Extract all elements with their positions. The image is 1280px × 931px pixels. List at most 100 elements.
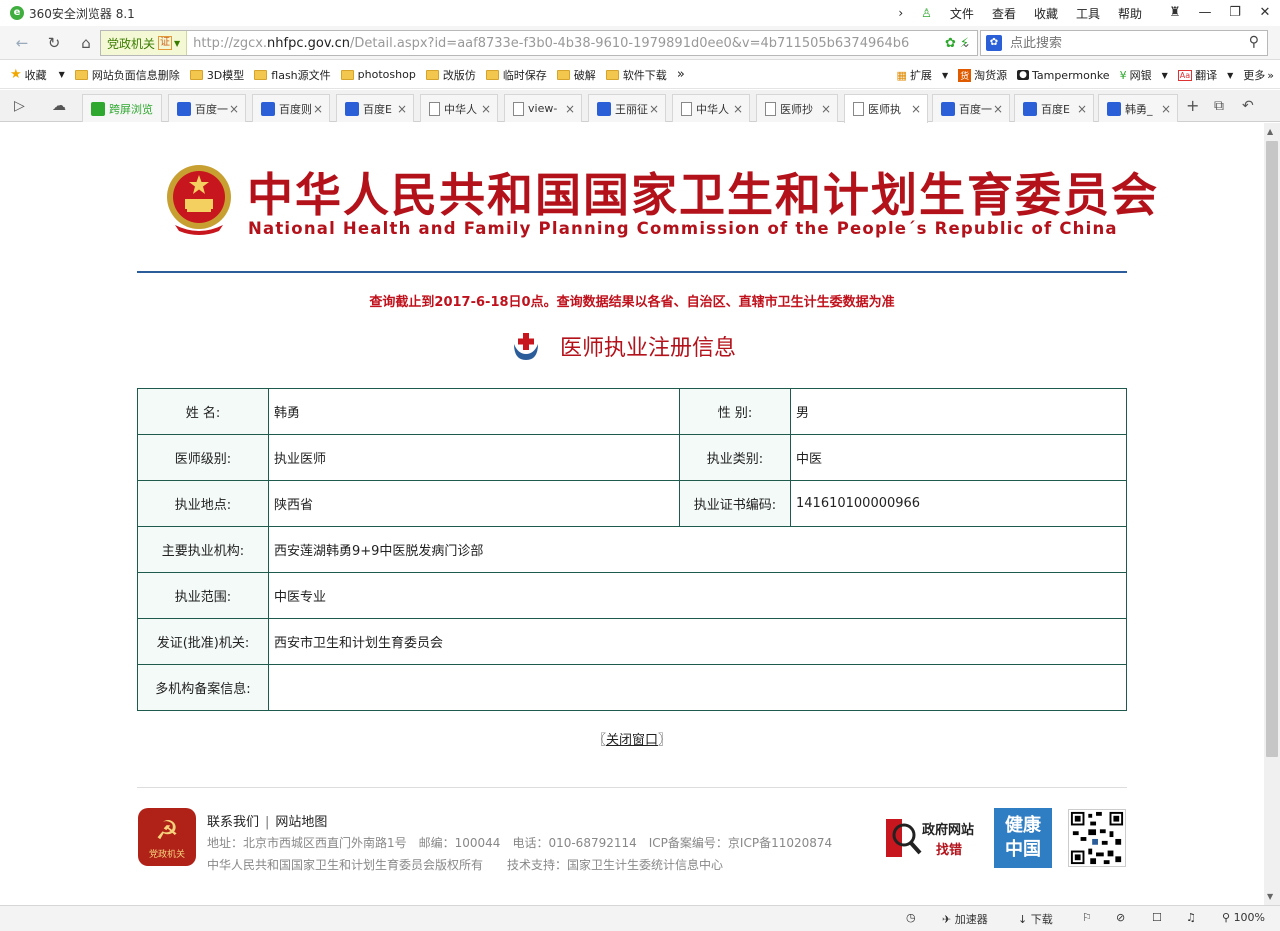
zoom-control[interactable]: ⚲ 100% — [1222, 911, 1265, 924]
search-box[interactable]: ✿ ⚲ — [980, 30, 1268, 56]
close-icon[interactable]: × — [993, 102, 1003, 116]
taohuoyuan-button[interactable]: 货淘货源 — [958, 67, 1007, 83]
close-window-button[interactable]: ✕ — [1250, 3, 1280, 23]
bookmark-folder[interactable]: photoshop — [340, 68, 416, 81]
sidebar-toggle-icon[interactable]: ▷ — [14, 98, 25, 114]
menu-view[interactable]: 查看 — [992, 5, 1016, 22]
home-button[interactable]: ⌂ — [72, 31, 100, 55]
close-icon[interactable]: × — [565, 102, 575, 116]
tampermonkey-button[interactable]: ● Tampermonke — [1017, 69, 1110, 82]
close-icon[interactable]: × — [821, 102, 831, 116]
sound-icon[interactable]: ♫ — [1186, 911, 1196, 924]
party-gov-badge[interactable]: ☭ 党政机关 — [138, 808, 196, 866]
bank-button[interactable]: ¥ 网银 ▼ — [1120, 67, 1168, 83]
cert-no-label: 执业证书编码: — [679, 480, 791, 527]
healthy-china-logo[interactable]: 健康中国 — [994, 808, 1052, 868]
new-tab-button[interactable]: + — [1186, 96, 1199, 115]
tab-page-2[interactable]: view- × — [504, 94, 582, 122]
qr-code-icon — [1068, 809, 1126, 867]
tab-baidu-3[interactable]: 百度E × — [336, 94, 414, 122]
bookmark-favorites[interactable]: ★ 收藏 ▼ — [10, 67, 65, 83]
close-icon[interactable]: × — [481, 102, 491, 116]
tab-list-icon[interactable]: ⧉ — [1214, 98, 1224, 114]
url-field[interactable]: http://zgcx.nhfpc.gov.cn/Detail.aspx?id=… — [193, 36, 941, 51]
history-icon[interactable]: ◷ — [906, 911, 916, 924]
search-icon[interactable]: ⚲ — [1249, 34, 1259, 50]
close-icon[interactable]: × — [911, 102, 921, 116]
window-icon[interactable]: ☐ — [1152, 911, 1162, 924]
maximize-button[interactable]: ❐ — [1220, 3, 1250, 23]
folder-icon — [254, 69, 268, 80]
tab-active[interactable]: 医师执 × — [844, 94, 928, 123]
close-icon[interactable]: × — [397, 102, 407, 116]
undo-close-icon[interactable]: ↶ — [1242, 98, 1254, 114]
tab-baidu-5[interactable]: 百度一 × — [932, 94, 1010, 122]
bookmark-folder[interactable]: 3D模型 — [189, 67, 244, 83]
more-button[interactable]: 更多» — [1243, 67, 1274, 83]
page-content: 中华人民共和国国家卫生和计划生育委员会 National Health and … — [0, 123, 1264, 905]
window-title: 360安全浏览器 8.1 — [29, 6, 135, 21]
tab-page-1[interactable]: 中华人 × — [420, 94, 498, 122]
close-icon[interactable]: × — [229, 102, 239, 116]
vertical-scrollbar[interactable]: ▲ ▼ — [1264, 123, 1280, 905]
tab-baidu-2[interactable]: 百度则 × — [252, 94, 330, 122]
bookmark-folder[interactable]: 破解 — [556, 67, 596, 83]
bookmark-folder[interactable]: 临时保存 — [485, 67, 547, 83]
multi-institution-label: 多机构备案信息: — [137, 664, 269, 711]
download-button[interactable]: ↓ 下载 — [1018, 911, 1053, 927]
refresh-button[interactable]: ↻ — [40, 31, 68, 55]
zoom-icon: ⚲ — [1222, 911, 1231, 924]
more-label: 更多 — [1243, 69, 1266, 82]
scroll-up-icon[interactable]: ▲ — [1267, 127, 1273, 136]
bookmark-folder[interactable]: 网站负面信息删除 — [74, 67, 180, 83]
search-input[interactable] — [1010, 35, 1230, 51]
menu-favorites[interactable]: 收藏 — [1034, 5, 1058, 22]
cleanup-icon[interactable]: ⊘ — [1116, 911, 1125, 924]
site-title-cn: 中华人民共和国国家卫生和计划生育委员会 — [247, 168, 1159, 222]
menu-help[interactable]: 帮助 — [1118, 5, 1142, 22]
cloud-icon[interactable]: ☁ — [52, 98, 66, 114]
folder-icon — [74, 69, 88, 80]
tab-page-4[interactable]: 医师抄 × — [756, 94, 838, 122]
tab-baidu-4[interactable]: 王丽征 × — [588, 94, 666, 122]
menu-file[interactable]: 文件 — [950, 5, 974, 22]
bookmark-folder[interactable]: 软件下载 — [605, 67, 667, 83]
tab-baidu-1[interactable]: 百度一 × — [168, 94, 246, 122]
close-icon[interactable]: × — [1077, 102, 1087, 116]
skin-icon[interactable]: ♜ — [1160, 3, 1190, 23]
bookmark-folder[interactable]: 改版仿 — [425, 67, 476, 83]
user-icon[interactable]: ♙ — [921, 6, 932, 20]
url-box[interactable]: 党政机关 证 ▼ http://zgcx.nhfpc.gov.cn/Detail… — [100, 30, 978, 56]
url-dropdown-icon[interactable]: ⌄ — [952, 31, 980, 55]
security-zone-badge[interactable]: 党政机关 证 ▼ — [101, 31, 188, 55]
chevron-right-icon[interactable]: › — [898, 6, 903, 20]
tab-baidu-7[interactable]: 韩勇_ × — [1098, 94, 1178, 122]
close-icon[interactable]: × — [649, 102, 659, 116]
menu-tools[interactable]: 工具 — [1076, 5, 1100, 22]
back-button[interactable]: ← — [8, 31, 36, 55]
tab-page-3[interactable]: 中华人 × — [672, 94, 750, 122]
close-icon[interactable]: × — [313, 102, 323, 116]
site-banner: 中华人民共和国国家卫生和计划生育委员会 National Health and … — [137, 123, 1157, 273]
download-arrow-icon: ↓ — [1018, 913, 1028, 926]
contact-link[interactable]: 联系我们 — [207, 815, 259, 830]
gov-site-error-report[interactable]: 政府网站 找错 — [886, 815, 986, 861]
close-icon[interactable]: × — [1161, 102, 1171, 116]
more-bookmarks-icon[interactable]: » — [677, 67, 685, 82]
extensions-button[interactable]: ▦ 扩展 ▼ — [897, 67, 949, 83]
flag-icon[interactable]: ⚐ — [1082, 911, 1092, 924]
rocket-icon: ✈ — [942, 913, 952, 926]
bookmark-folder[interactable]: flash源文件 — [254, 67, 331, 83]
scroll-down-icon[interactable]: ▼ — [1267, 892, 1273, 901]
close-icon[interactable]: × — [733, 102, 743, 116]
tab-cross-screen[interactable]: 跨屏浏览 — [82, 94, 162, 122]
translate-button[interactable]: Aa 翻译 ▼ — [1177, 67, 1233, 83]
sitemap-link[interactable]: 网站地图 — [275, 815, 327, 830]
scroll-thumb[interactable] — [1266, 141, 1278, 757]
close-window-link[interactable]: 关闭窗口 — [606, 733, 658, 748]
baidu-paw-icon[interactable]: ✿ — [986, 35, 1002, 51]
level-label: 医师级别: — [137, 434, 269, 481]
accelerator-button[interactable]: ✈ 加速器 — [942, 911, 988, 927]
tab-baidu-6[interactable]: 百度E × — [1014, 94, 1094, 122]
minimize-button[interactable]: — — [1190, 3, 1220, 23]
